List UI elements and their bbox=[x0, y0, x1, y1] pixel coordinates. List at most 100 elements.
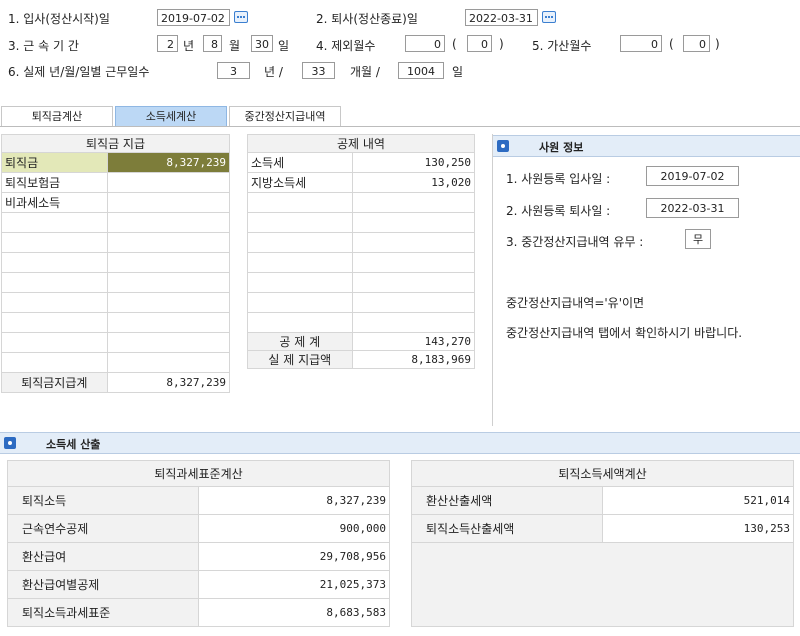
start-date-input[interactable]: 2019-07-02 bbox=[157, 9, 230, 26]
open-paren: ( bbox=[452, 37, 457, 51]
tax-base-value[interactable]: 8,327,239 bbox=[197, 486, 391, 515]
table-row[interactable]: 퇴직소득 8,327,239 bbox=[7, 486, 391, 515]
table-row[interactable]: 근속연수공제 900,000 bbox=[7, 514, 391, 543]
net-payment-value: 8,183,969 bbox=[351, 350, 476, 369]
table-row[interactable] bbox=[247, 312, 476, 333]
table-row[interactable] bbox=[1, 352, 231, 373]
interim-note-line1: 중간정산지급내역='유'이면 bbox=[506, 296, 645, 310]
table-row[interactable]: 환산급여별공제 21,025,373 bbox=[7, 570, 391, 599]
deduction-label: 지방소득세 bbox=[247, 172, 353, 193]
table-row[interactable]: 소득세 130,250 bbox=[247, 152, 476, 173]
payment-value[interactable] bbox=[106, 172, 231, 193]
service-period-label: 3. 근 속 기 간 bbox=[8, 39, 79, 53]
service-days-input[interactable]: 30 bbox=[251, 35, 273, 52]
table-row[interactable] bbox=[247, 212, 476, 233]
table-row[interactable] bbox=[1, 232, 231, 253]
payment-total-value: 8,327,239 bbox=[106, 372, 231, 393]
tax-amount-value[interactable]: 130,253 bbox=[601, 514, 795, 543]
start-date-label: 1. 입사(정산시작)일 bbox=[8, 12, 110, 26]
section-icon bbox=[497, 140, 509, 152]
payment-value[interactable]: 8,327,239 bbox=[106, 152, 231, 173]
deduction-sum-row: 공 제 계 143,270 bbox=[247, 332, 476, 351]
deduction-label: 소득세 bbox=[247, 152, 353, 173]
tax-calc-title: 소득세 산출 bbox=[46, 438, 101, 451]
close-paren: ) bbox=[499, 37, 504, 51]
service-months-input[interactable]: 8 bbox=[203, 35, 222, 52]
table-row[interactable] bbox=[1, 292, 231, 313]
table-row[interactable]: 환산산출세액 521,014 bbox=[411, 486, 795, 515]
deduction-header: 공제 내역 bbox=[247, 134, 475, 153]
deduction-sum-value: 143,270 bbox=[351, 332, 476, 351]
actual-months-input[interactable]: 33 bbox=[302, 62, 335, 79]
interim-value: 무 bbox=[685, 229, 711, 249]
actual-years-input[interactable]: 3 bbox=[217, 62, 250, 79]
table-row[interactable] bbox=[1, 212, 231, 233]
table-row[interactable]: 퇴직보험금 bbox=[1, 172, 231, 193]
table-row[interactable] bbox=[1, 312, 231, 333]
employee-info-header: 사원 정보 bbox=[493, 135, 800, 157]
tax-base-value[interactable]: 900,000 bbox=[197, 514, 391, 543]
calendar-icon[interactable] bbox=[542, 11, 556, 23]
tab-interim-settlement[interactable]: 중간정산지급내역 bbox=[229, 106, 341, 126]
tax-amount-header: 퇴직소득세액계산 bbox=[411, 460, 794, 487]
tax-base-value[interactable]: 8,683,583 bbox=[197, 598, 391, 627]
added-months-paren-input[interactable]: 0 bbox=[683, 35, 710, 52]
table-row[interactable] bbox=[1, 252, 231, 273]
deduction-value[interactable]: 130,250 bbox=[351, 152, 476, 173]
months-unit: 월 bbox=[229, 39, 241, 53]
actual-period-label: 6. 실제 년/월/일별 근무일수 bbox=[8, 65, 150, 79]
employee-info-title: 사원 정보 bbox=[539, 141, 584, 154]
payment-label: 퇴직보험금 bbox=[1, 172, 108, 193]
open-paren: ( bbox=[669, 37, 674, 51]
table-row[interactable]: 환산급여 29,708,956 bbox=[7, 542, 391, 571]
table-row[interactable]: 퇴직소득산출세액 130,253 bbox=[411, 514, 795, 543]
tab-income-tax-calc[interactable]: 소득세계산 bbox=[115, 106, 227, 126]
tax-base-label: 환산급여별공제 bbox=[7, 570, 199, 599]
payment-value[interactable] bbox=[106, 192, 231, 213]
tax-base-value[interactable]: 29,708,956 bbox=[197, 542, 391, 571]
table-row[interactable]: 지방소득세 13,020 bbox=[247, 172, 476, 193]
close-paren: ) bbox=[715, 37, 720, 51]
payment-label: 비과세소득 bbox=[1, 192, 108, 213]
tax-base-label: 근속연수공제 bbox=[7, 514, 199, 543]
actual-days-input[interactable]: 1004 bbox=[398, 62, 444, 79]
service-years-input[interactable]: 2 bbox=[157, 35, 178, 52]
tax-amount-label: 환산산출세액 bbox=[411, 486, 603, 515]
payment-header: 퇴직금 지급 bbox=[1, 134, 230, 153]
days-unit: 일 bbox=[278, 39, 290, 53]
tax-amount-value[interactable]: 521,014 bbox=[601, 486, 795, 515]
payment-label: 퇴직금 bbox=[1, 152, 108, 173]
table-row[interactable] bbox=[1, 272, 231, 293]
excluded-months-paren-input[interactable]: 0 bbox=[467, 35, 492, 52]
tax-amount-label: 퇴직소득산출세액 bbox=[411, 514, 603, 543]
section-icon bbox=[4, 437, 16, 449]
deduction-value[interactable]: 13,020 bbox=[351, 172, 476, 193]
tab-severance-calc[interactable]: 퇴직금계산 bbox=[1, 106, 113, 126]
tax-base-header: 퇴직과세표준계산 bbox=[7, 460, 390, 487]
table-row[interactable] bbox=[1, 332, 231, 353]
calendar-icon[interactable] bbox=[234, 11, 248, 23]
tax-base-value[interactable]: 21,025,373 bbox=[197, 570, 391, 599]
tax-calc-header: 소득세 산출 bbox=[0, 432, 800, 454]
table-row[interactable]: 비과세소득 bbox=[1, 192, 231, 213]
table-row[interactable] bbox=[247, 252, 476, 273]
table-row[interactable]: 퇴직금 8,327,239 bbox=[1, 152, 231, 173]
tab-divider bbox=[0, 126, 800, 127]
interim-label: 3. 중간정산지급내역 유무 : bbox=[506, 235, 644, 249]
table-row[interactable] bbox=[247, 292, 476, 313]
added-months-input[interactable]: 0 bbox=[620, 35, 662, 52]
table-row[interactable]: 퇴직소득과세표준 8,683,583 bbox=[7, 598, 391, 627]
excluded-months-input[interactable]: 0 bbox=[405, 35, 445, 52]
reg-start-date: 2019-07-02 bbox=[646, 166, 739, 186]
tax-base-label: 퇴직소득 bbox=[7, 486, 199, 515]
interim-note-line2: 중간정산지급내역 탭에서 확인하시기 바랍니다. bbox=[506, 326, 743, 340]
years-unit: 년 / bbox=[264, 65, 283, 79]
table-row[interactable] bbox=[247, 232, 476, 253]
table-row[interactable] bbox=[247, 192, 476, 213]
days-unit: 일 bbox=[452, 65, 464, 79]
months-unit: 개월 / bbox=[350, 65, 380, 79]
tax-base-label: 환산급여 bbox=[7, 542, 199, 571]
tax-base-label: 퇴직소득과세표준 bbox=[7, 598, 199, 627]
end-date-input[interactable]: 2022-03-31 bbox=[465, 9, 538, 26]
table-row[interactable] bbox=[247, 272, 476, 293]
